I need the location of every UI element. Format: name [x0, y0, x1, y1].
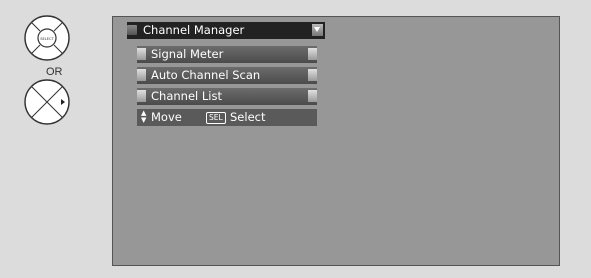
- menu-item-signal-meter[interactable]: Signal Meter: [137, 46, 317, 63]
- remote-dpad-svg: SELECT: [24, 15, 70, 125]
- sel-key-icon: SEL: [206, 112, 226, 124]
- item-left-cap: [137, 69, 146, 81]
- dpad-select-button[interactable]: SELECT: [24, 15, 70, 61]
- select-button-label: SELECT: [40, 37, 54, 41]
- select-hint: Select: [230, 110, 266, 124]
- title-grip-icon: [127, 25, 137, 35]
- item-left-cap: [137, 90, 146, 102]
- hint-bar: ▲ ▼ Move SEL Select: [137, 109, 317, 126]
- item-right-cap: [308, 69, 317, 81]
- menu-item-label: Auto Channel Scan: [151, 68, 261, 82]
- up-down-arrows-icon: ▲ ▼: [141, 109, 147, 124]
- menu-item-label: Signal Meter: [151, 47, 224, 61]
- item-right-cap: [308, 90, 317, 102]
- move-hint: Move: [151, 110, 182, 124]
- dpad-right-button[interactable]: [24, 79, 70, 125]
- menu-title-bar: Channel Manager: [127, 22, 325, 39]
- or-label: OR: [46, 66, 63, 78]
- menu-item-channel-list[interactable]: Channel List: [137, 88, 317, 105]
- menu-item-label: Channel List: [151, 89, 222, 103]
- item-right-cap: [308, 48, 317, 60]
- tv-screen: Channel Manager Signal Meter Auto Channe…: [112, 16, 560, 266]
- dropdown-arrow-icon[interactable]: [312, 24, 323, 36]
- remote-illustration: SELECT OR: [0, 0, 110, 274]
- menu-title: Channel Manager: [143, 23, 245, 37]
- item-left-cap: [137, 48, 146, 60]
- menu-item-auto-channel-scan[interactable]: Auto Channel Scan: [137, 67, 317, 84]
